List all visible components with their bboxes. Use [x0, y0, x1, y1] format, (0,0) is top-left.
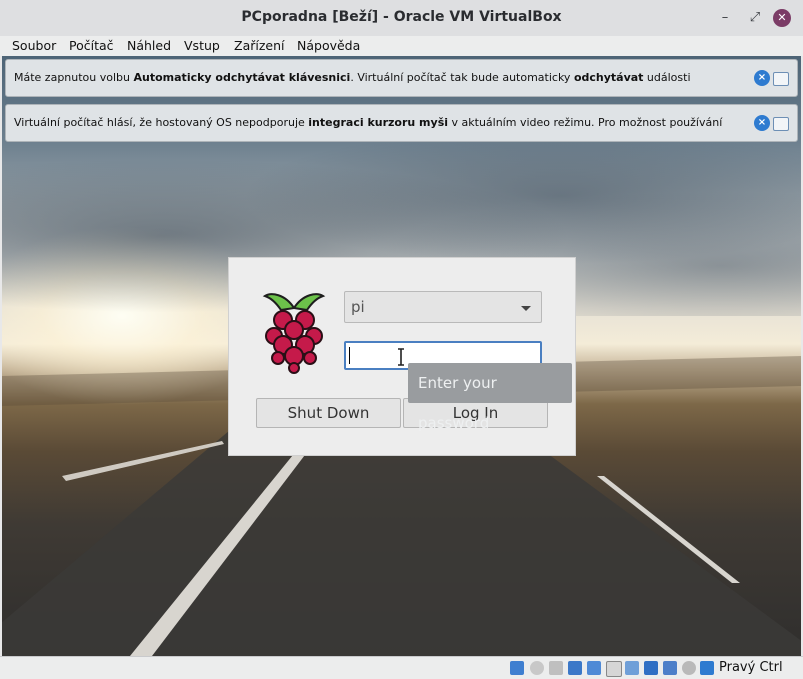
notification-text: Virtuální počítač hlásí, že hostovaný OS…: [14, 116, 722, 129]
close-icon[interactable]: ✕: [773, 9, 791, 27]
raspberry-pi-logo-icon: [262, 293, 326, 374]
shared-folders-icon[interactable]: [606, 661, 622, 677]
notification-text-bold: Automaticky odchytávat klávesnici: [133, 71, 351, 84]
notification-text-part: v aktuálním video režimu. Pro možnost po…: [448, 116, 723, 129]
network-icon[interactable]: [568, 661, 582, 675]
menu-pocitac[interactable]: Počítač: [69, 38, 114, 53]
window-title: PCporadna [Beží] - Oracle VM VirtualBox: [241, 9, 562, 25]
menu-bar: Soubor Počítač Náhled Vstup Zařízení Náp…: [0, 36, 803, 56]
usb-icon[interactable]: [587, 661, 601, 675]
hard-disk-icon[interactable]: [510, 661, 524, 675]
minimize-icon[interactable]: –: [715, 8, 735, 28]
menu-nahled[interactable]: Náhled: [127, 38, 171, 53]
notification-text-bold: odchytávat: [573, 71, 644, 84]
cpu-icon[interactable]: [663, 661, 677, 675]
notification-text-part: . Virtuální počítač tak bude automaticky: [350, 71, 574, 84]
menu-vstup[interactable]: Vstup: [184, 38, 220, 53]
notification-text-bold: integraci kurzoru myši: [308, 116, 449, 129]
notification-text: Máte zapnutou volbu Automaticky odchytáv…: [14, 71, 691, 84]
dont-show-again-icon[interactable]: [773, 72, 789, 86]
audio-icon[interactable]: [549, 661, 563, 675]
notification-text-part: události: [643, 71, 691, 84]
title-bar: PCporadna [Beží] - Oracle VM VirtualBox …: [0, 0, 803, 37]
notification-mouse-integration: Virtuální počítač hlásí, že hostovaný OS…: [5, 104, 798, 142]
chevron-down-icon[interactable]: [521, 306, 531, 311]
text-caret: [349, 347, 350, 364]
host-key-label: Pravý Ctrl: [719, 660, 783, 675]
dont-show-again-icon[interactable]: [773, 117, 789, 131]
username-value: pi: [351, 298, 365, 316]
recording-icon[interactable]: [644, 661, 658, 675]
notification-text-part: Virtuální počítač hlásí, že hostovaný OS…: [14, 116, 309, 129]
menu-soubor[interactable]: Soubor: [12, 38, 56, 53]
host-key-icon[interactable]: [700, 661, 714, 675]
menu-napoveda[interactable]: Nápověda: [297, 38, 360, 53]
shut-down-button[interactable]: Shut Down: [256, 398, 401, 428]
close-notification-icon[interactable]: ×: [754, 70, 770, 86]
status-bar: Pravý Ctrl: [0, 656, 803, 679]
password-tooltip: Enter your password: [408, 363, 572, 432]
mouse-ibeam-icon: [398, 348, 404, 366]
maximize-icon[interactable]: ⤢: [745, 8, 765, 28]
close-notification-icon[interactable]: ×: [754, 115, 770, 131]
notification-text-part: Máte zapnutou volbu: [14, 71, 134, 84]
optical-drive-icon[interactable]: [530, 661, 544, 675]
display-icon[interactable]: [625, 661, 639, 675]
notification-keyboard-capture: Máte zapnutou volbu Automaticky odchytáv…: [5, 59, 798, 97]
username-select[interactable]: pi: [344, 291, 542, 323]
mouse-integration-icon[interactable]: [682, 661, 696, 675]
menu-zarizeni[interactable]: Zařízení: [234, 38, 284, 53]
